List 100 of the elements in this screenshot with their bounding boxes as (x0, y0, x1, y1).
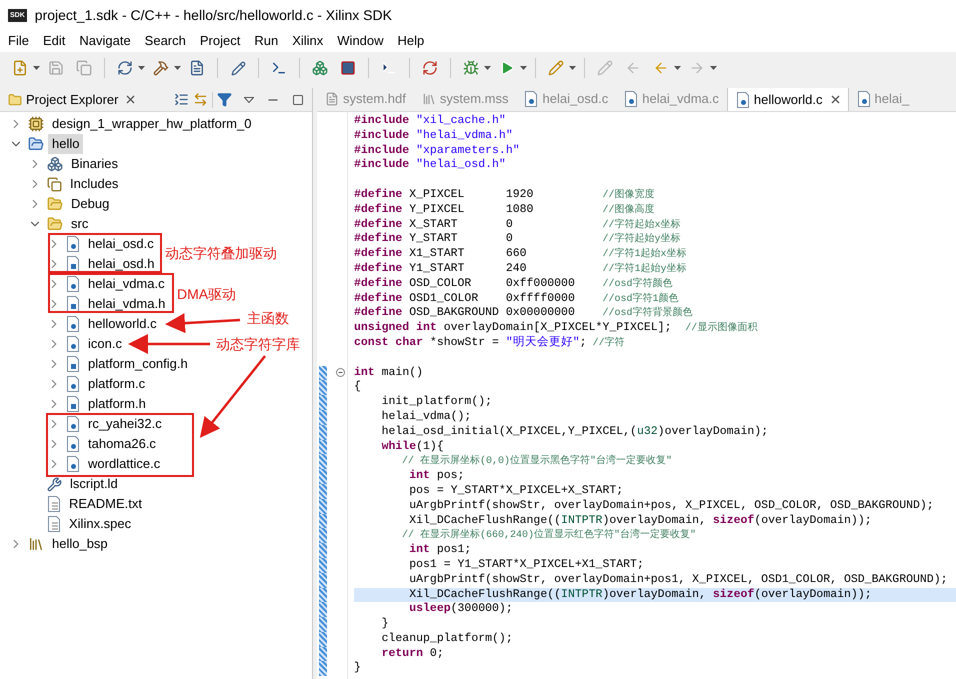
menu-item[interactable]: Xilinx (292, 31, 324, 51)
code-line: const char *showStr = "明天会更好"; //字符 (354, 336, 626, 351)
new-file-icon[interactable] (12, 60, 28, 76)
menu-item[interactable]: File (8, 31, 29, 51)
maximize-icon[interactable] (292, 94, 304, 106)
folder-icon (47, 216, 63, 232)
annotation-label: 动态字符叠加驱动 (165, 244, 277, 263)
tree-item[interactable]: icon.c (84, 334, 126, 354)
link-editor-icon[interactable] (193, 92, 208, 107)
code-line: // 在显示屏坐标(660,240)位置显示红色字符"台湾一定要收复" (401, 528, 698, 544)
tree-item[interactable]: helai_vdma.c (84, 274, 169, 294)
tree-item[interactable]: helai_vdma.h (84, 294, 170, 314)
code-line: helai_vdma(); (380, 410, 472, 425)
c-file-icon (66, 456, 80, 472)
code-line: #include "helai_vdma.h" (354, 128, 514, 144)
code-line: int pos; (408, 469, 466, 484)
c-file-icon (66, 436, 80, 452)
tree-item[interactable]: Debug (67, 194, 114, 214)
bug-icon[interactable] (463, 60, 479, 76)
console-icon[interactable] (381, 60, 397, 76)
document-icon (325, 92, 339, 106)
collapse-all-icon[interactable] (174, 92, 189, 107)
binaries-icon (47, 156, 63, 172)
close-icon[interactable] (126, 95, 136, 104)
code-line: // 在显示屏坐标(0,0)位置显示黑色字符"台湾一定要收复" (401, 454, 674, 470)
code-line: cleanup_platform(); (380, 632, 514, 647)
code-line: int pos1; (408, 543, 472, 558)
c-file-icon (66, 276, 80, 292)
tree-item[interactable]: Xilinx.spec (65, 514, 136, 534)
tree-item[interactable]: platform_config.h (84, 354, 192, 374)
tree-item[interactable]: platform.c (84, 374, 150, 394)
code-line: usleep(300000); (408, 602, 514, 618)
c-file-icon (736, 92, 750, 108)
header-file-icon (66, 396, 80, 412)
tree-item[interactable]: helai_osd.h (84, 254, 158, 274)
tree-item[interactable]: tahoma26.c (84, 434, 160, 454)
tree-item[interactable]: Includes (66, 174, 122, 194)
tree-item[interactable]: hello (48, 134, 84, 154)
tree-item[interactable]: rc_yahei32.c (84, 414, 166, 434)
dropdown-caret-icon[interactable] (138, 66, 145, 70)
dropdown-caret-icon[interactable] (520, 66, 527, 70)
menu-item[interactable]: Window (337, 31, 384, 51)
c-file-icon (66, 336, 80, 352)
filter-icon[interactable] (217, 92, 232, 107)
terminal-icon[interactable] (271, 60, 287, 76)
fold-icon[interactable] (336, 368, 345, 378)
tree-item[interactable]: platform.h (84, 394, 150, 414)
window-title: project_1.sdk - C/C++ - hello/src/helloworld.c - Xilinx SDK (34, 6, 392, 25)
code-line: { (354, 380, 362, 396)
document-icon[interactable] (189, 60, 205, 76)
code-line: #include "xparameters.h" (354, 144, 521, 158)
cubes-icon[interactable] (312, 60, 328, 76)
refresh-icon[interactable] (422, 60, 438, 76)
text-file-icon (47, 496, 61, 512)
tree-item[interactable]: README.txt (65, 494, 146, 514)
tree-item[interactable]: hello_bsp (48, 534, 112, 554)
dropdown-caret-icon[interactable] (674, 66, 681, 70)
refresh-icon[interactable] (117, 60, 133, 76)
text-file-icon (47, 516, 61, 532)
code-line: while(1){ (380, 440, 445, 454)
c-file-icon (66, 236, 80, 252)
c-file-icon (66, 416, 80, 432)
pencil-icon[interactable] (230, 60, 246, 76)
code-line: #include "xil_cache.h" (354, 114, 507, 129)
menu-item[interactable]: Navigate (79, 31, 131, 51)
code-line: #define OSD_COLOR 0xff000000 //osd字符颜色 (354, 276, 674, 292)
code-line: init_platform(); (380, 395, 494, 410)
tree-item[interactable]: design_1_wrapper_hw_platform_0 (48, 114, 256, 134)
tree-item[interactable]: helloworld.c (84, 314, 161, 334)
project-folder-icon (28, 136, 44, 152)
annotation-label: 动态字符字库 (216, 335, 300, 354)
dropdown-caret-icon[interactable] (710, 66, 717, 70)
tree-item[interactable]: lscript.ld (66, 474, 122, 494)
square-icon[interactable] (340, 60, 356, 76)
menu-item[interactable]: Search (144, 31, 186, 51)
run-icon[interactable] (499, 60, 515, 76)
menu-item[interactable]: Project (200, 31, 240, 51)
pen-icon[interactable] (548, 60, 564, 76)
c-file-icon (66, 316, 80, 332)
includes-icon (47, 176, 62, 192)
tree-item[interactable]: wordlattice.c (84, 454, 164, 474)
code-line: } (380, 617, 390, 632)
wrench-file-icon (47, 476, 62, 492)
hammer-icon[interactable] (153, 60, 169, 76)
dropdown-caret-icon[interactable] (569, 66, 576, 70)
menu-item[interactable]: Edit (42, 31, 66, 51)
tree-item[interactable]: helai_osd.c (84, 234, 158, 254)
dropdown-caret-icon[interactable] (33, 66, 40, 70)
tree-item[interactable]: Binaries (67, 154, 122, 174)
dropdown-caret-icon[interactable] (484, 66, 491, 70)
tree-item[interactable]: src (67, 214, 92, 234)
code-line: #define Y_START 0 //字符起始y坐标 (354, 232, 682, 248)
close-icon[interactable] (830, 95, 840, 104)
view-menu-icon[interactable] (244, 96, 254, 102)
menu-item[interactable]: Help (398, 31, 424, 51)
dropdown-caret-icon[interactable] (174, 66, 181, 70)
c-file-icon (624, 91, 638, 107)
code-line: #define OSD1_COLOR 0xffff0000 //osd字符1颜色 (354, 292, 680, 306)
menu-item[interactable]: Run (254, 31, 278, 51)
annotation-label: 主函数 (247, 309, 289, 328)
